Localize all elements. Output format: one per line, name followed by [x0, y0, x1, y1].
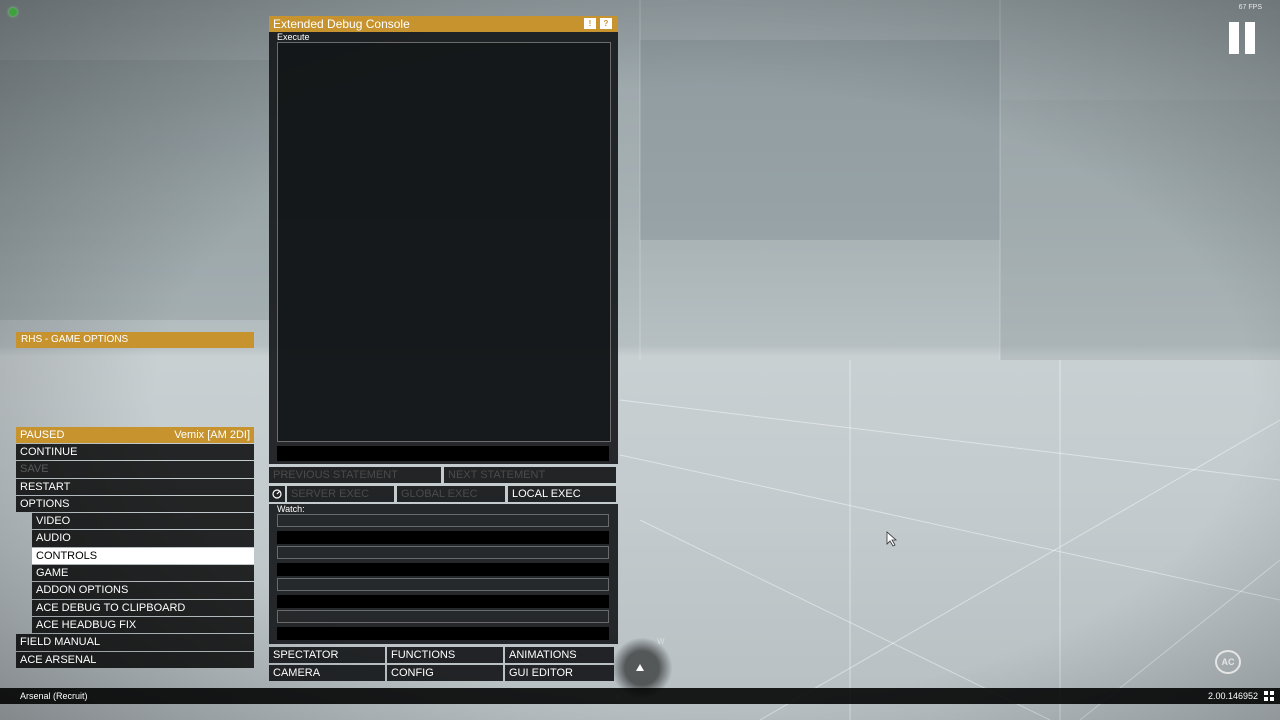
- menu-item-continue[interactable]: CONTINUE: [16, 444, 254, 461]
- paused-label: PAUSED: [20, 429, 65, 441]
- execute-code-editor[interactable]: [277, 42, 611, 442]
- watch-output-4: [277, 627, 609, 640]
- camera-button[interactable]: CAMERA: [269, 665, 385, 681]
- watch-label: Watch:: [277, 504, 305, 514]
- console-body: Execute: [269, 32, 618, 464]
- watch-output-1: [277, 531, 609, 544]
- local-exec-button[interactable]: LOCAL EXEC: [508, 486, 616, 502]
- menu-item-ace-arsenal[interactable]: ACE ARSENAL: [16, 651, 254, 668]
- watch-panel: Watch:: [269, 504, 618, 644]
- menu-item-restart[interactable]: RESTART: [16, 478, 254, 495]
- global-exec-button[interactable]: GLOBAL EXEC: [397, 486, 505, 502]
- menu-item-options[interactable]: OPTIONS: [16, 495, 254, 513]
- bottom-status-bar: Arsenal (Recruit) 2.00.146952: [0, 688, 1280, 704]
- animations-button[interactable]: ANIMATIONS: [505, 647, 614, 663]
- menu-item-audio[interactable]: AUDIO: [32, 530, 254, 547]
- connection-status-icon: [9, 8, 17, 16]
- info-button[interactable]: !: [584, 18, 596, 29]
- execute-label: Execute: [277, 32, 310, 42]
- watch-input-1[interactable]: [277, 514, 609, 527]
- player-name: Vemix [AM 2DI]: [174, 429, 250, 441]
- debug-console: Extended Debug Console ! ? Execute PREVI…: [269, 16, 618, 681]
- watch-output-2: [277, 563, 609, 576]
- pause-menu: PAUSED Vemix [AM 2DI] CONTINUE SAVE REST…: [16, 427, 254, 669]
- next-statement-button[interactable]: NEXT STATEMENT: [444, 467, 616, 483]
- watch-input-2[interactable]: [277, 546, 609, 559]
- statement-nav-row: PREVIOUS STATEMENT NEXT STATEMENT: [269, 467, 616, 483]
- menu-item-controls[interactable]: CONTROLS: [32, 547, 254, 565]
- config-button[interactable]: CONFIG: [387, 665, 503, 681]
- rhs-game-options-button[interactable]: RHS - GAME OPTIONS: [16, 332, 254, 348]
- tools-row-2: CAMERA CONFIG GUI EDITOR: [269, 665, 614, 681]
- watch-input-4[interactable]: [277, 610, 609, 623]
- performance-icon[interactable]: [269, 486, 285, 502]
- watch-output-3: [277, 595, 609, 608]
- pause-menu-header: PAUSED Vemix [AM 2DI]: [16, 427, 254, 443]
- spectator-button[interactable]: SPECTATOR: [269, 647, 385, 663]
- pause-icon: [1229, 22, 1257, 54]
- console-title-bar: Extended Debug Console ! ?: [269, 16, 618, 32]
- tools-row-1: SPECTATOR FUNCTIONS ANIMATIONS: [269, 647, 614, 663]
- execute-result-field: [277, 446, 609, 461]
- menu-item-game[interactable]: GAME: [32, 565, 254, 582]
- help-button[interactable]: ?: [600, 18, 612, 29]
- server-exec-button[interactable]: SERVER EXEC: [287, 486, 394, 502]
- gui-editor-button[interactable]: GUI EDITOR: [505, 665, 614, 681]
- menu-item-save: SAVE: [16, 461, 254, 478]
- mission-name: Arsenal (Recruit): [20, 691, 88, 701]
- exec-row: SERVER EXEC GLOBAL EXEC LOCAL EXEC: [269, 486, 616, 502]
- menu-item-addon-options[interactable]: ADDON OPTIONS: [32, 582, 254, 599]
- compass-west-label: W: [657, 637, 665, 646]
- fps-counter: 67 FPS: [1238, 4, 1262, 11]
- menu-item-ace-debug-to-clipboard[interactable]: ACE DEBUG TO CLIPBOARD: [32, 599, 254, 616]
- menu-item-video[interactable]: VIDEO: [32, 513, 254, 530]
- game-version: 2.00.146952: [1207, 691, 1258, 701]
- modded-icon: [1264, 691, 1274, 701]
- previous-statement-button[interactable]: PREVIOUS STATEMENT: [269, 467, 441, 483]
- mouse-cursor-icon: [886, 531, 898, 547]
- compass-needle-icon: [636, 664, 644, 671]
- console-title: Extended Debug Console: [273, 17, 410, 31]
- menu-item-ace-headbug-fix[interactable]: ACE HEADBUG FIX: [32, 616, 254, 634]
- menu-item-field-manual[interactable]: FIELD MANUAL: [16, 634, 254, 651]
- watch-input-3[interactable]: [277, 578, 609, 591]
- ace-icon: AC: [1215, 650, 1241, 674]
- functions-button[interactable]: FUNCTIONS: [387, 647, 503, 663]
